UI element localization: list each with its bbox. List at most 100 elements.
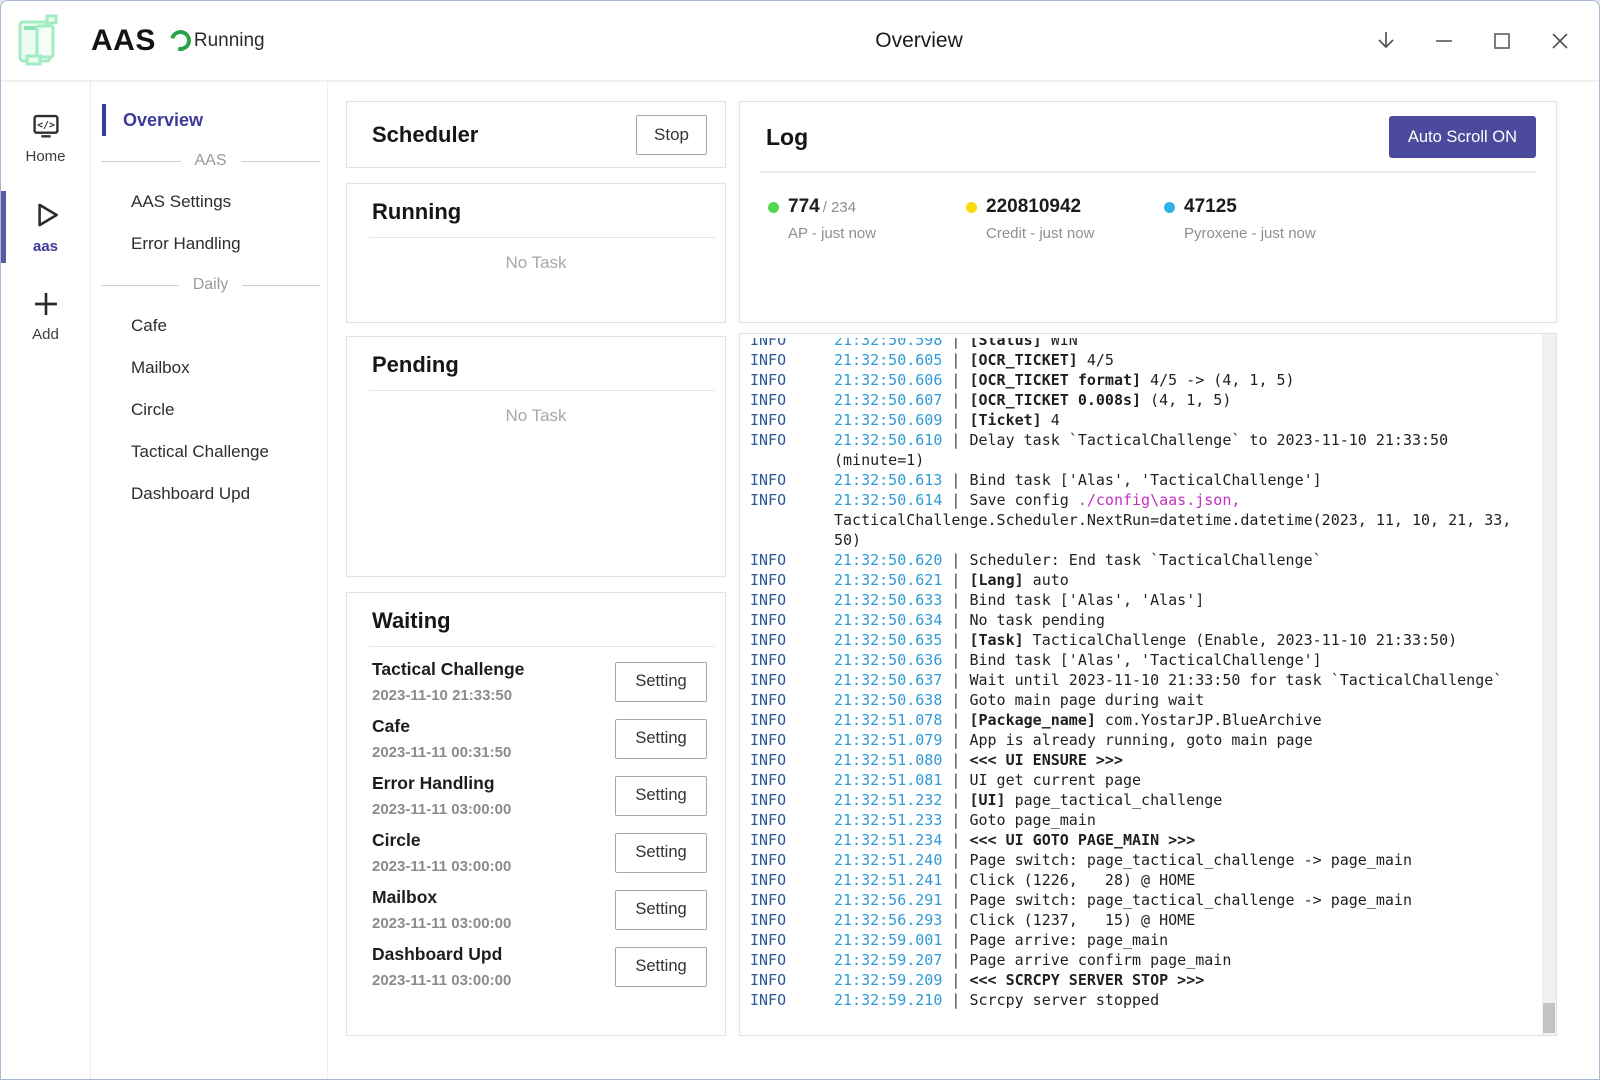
nav-section-divider: Daily — [91, 265, 327, 305]
log-timestamp: 21:32:51.232 — [834, 791, 942, 809]
log-timestamp: 21:32:50.636 — [834, 651, 942, 669]
log-separator: | — [942, 751, 969, 769]
log-level: INFO — [750, 350, 786, 370]
waiting-task-name: Dashboard Upd — [372, 944, 511, 965]
log-separator: | — [942, 338, 969, 349]
nav-item-error-handling[interactable]: Error Handling — [91, 223, 327, 265]
log-level: INFO — [750, 830, 786, 850]
log-line: INFO21:32:51.240 | Page switch: page_tac… — [740, 850, 1530, 870]
stat-value-row: 47125 — [1164, 196, 1362, 218]
log-timestamp: 21:32:51.081 — [834, 771, 942, 789]
waiting-task-info: Tactical Challenge 2023-11-10 21:33:50 — [372, 659, 524, 704]
log-timestamp: 21:32:51.240 — [834, 851, 942, 869]
task-setting-button[interactable]: Setting — [615, 833, 707, 873]
log-line: INFO21:32:50.606 | [OCR_TICKET format] 4… — [740, 370, 1530, 390]
auto-scroll-button[interactable]: Auto Scroll ON — [1389, 116, 1536, 158]
nav-item-dashboard-upd[interactable]: Dashboard Upd — [91, 473, 327, 515]
task-setting-button[interactable]: Setting — [615, 890, 707, 930]
log-timestamp: 21:32:50.598 — [834, 338, 942, 349]
log-separator: | — [942, 471, 969, 489]
minimize-icon[interactable] — [1431, 28, 1457, 54]
log-scrollbar-thumb[interactable] — [1543, 1003, 1555, 1033]
task-setting-button[interactable]: Setting — [615, 662, 707, 702]
log-level: INFO — [750, 550, 786, 570]
log-level: INFO — [750, 690, 786, 710]
log-separator: | — [942, 631, 969, 649]
stat-color-dot-icon — [768, 202, 779, 213]
rail-item-add[interactable]: Add — [1, 281, 90, 351]
nav-item-mailbox[interactable]: Mailbox — [91, 347, 327, 389]
log-separator: | — [942, 851, 969, 869]
log-message-segment: Page arrive confirm page_main — [969, 951, 1231, 969]
stop-button[interactable]: Stop — [636, 115, 707, 155]
maximize-icon[interactable] — [1489, 28, 1515, 54]
task-setting-button[interactable]: Setting — [615, 947, 707, 987]
rail-item-aas[interactable]: aas — [1, 191, 90, 263]
log-separator: | — [942, 691, 969, 709]
waiting-task-next-run: 2023-11-10 21:33:50 — [372, 687, 524, 704]
log-message-segment: Page switch: page_tactical_challenge -> … — [969, 891, 1412, 909]
log-separator: | — [942, 411, 969, 429]
rail-label: aas — [33, 238, 58, 255]
log-message-segment: [Ticket] — [969, 411, 1041, 429]
log-column: Log Auto Scroll ON 774 / 234AP - just no… — [739, 101, 1557, 1036]
log-message-segment: <<< UI GOTO PAGE_MAIN >>> — [969, 831, 1195, 849]
log-message-segment: auto — [1024, 571, 1069, 589]
log-scrollbar[interactable] — [1542, 334, 1556, 1035]
close-icon[interactable] — [1547, 28, 1573, 54]
log-line: INFO21:32:50.620 | Scheduler: End task `… — [740, 550, 1530, 570]
app-logo-devices-icon — [11, 11, 71, 71]
log-level: INFO — [750, 338, 786, 350]
log-level: INFO — [750, 410, 786, 430]
log-level: INFO — [750, 470, 786, 490]
log-message-segment: 4/5 — [1078, 351, 1114, 369]
log-line: INFO21:32:51.234 | <<< UI GOTO PAGE_MAIN… — [740, 830, 1530, 850]
log-line: INFO21:32:50.636 | Bind task ['Alas', 'T… — [740, 650, 1530, 670]
log-title: Log — [760, 124, 808, 151]
log-timestamp: 21:32:50.620 — [834, 551, 942, 569]
waiting-list: Tactical Challenge 2023-11-10 21:33:50 Set… — [347, 647, 725, 1001]
log-separator: | — [942, 431, 969, 449]
download-icon[interactable] — [1373, 28, 1399, 54]
log-line: INFO21:32:56.291 | Page switch: page_tac… — [740, 890, 1530, 910]
log-message-segment: TacticalChallenge (Enable, 2023-11-10 21… — [1024, 631, 1457, 649]
log-line: INFO21:32:50.605 | [OCR_TICKET] 4/5 — [740, 350, 1530, 370]
log-message-segment: com.YostarJP.BlueArchive — [1096, 711, 1322, 729]
nav-item-aas-settings[interactable]: AAS Settings — [91, 181, 327, 223]
svg-text:</>: </> — [37, 120, 55, 131]
task-setting-button[interactable]: Setting — [615, 719, 707, 759]
log-timestamp: 21:32:50.638 — [834, 691, 942, 709]
waiting-card: Waiting Tactical Challenge2023-11-10 21:… — [346, 592, 726, 1036]
divider-line — [242, 285, 320, 286]
nav-item-cafe[interactable]: Cafe — [91, 305, 327, 347]
nav-item-overview[interactable]: Overview — [91, 99, 327, 141]
running-status-label: Running — [194, 30, 265, 52]
waiting-task-name: Tactical Challenge — [372, 659, 524, 680]
log-level: INFO — [750, 890, 786, 910]
log-separator: | — [942, 551, 969, 569]
log-timestamp: 21:32:50.637 — [834, 671, 942, 689]
titlebar: AAS Running Overview — [1, 1, 1599, 81]
log-separator: | — [942, 951, 969, 969]
log-message-segment: [OCR_TICKET 0.008s] — [969, 391, 1141, 409]
log-message-segment: Wait until 2023-11-10 21:33:50 for task … — [969, 671, 1502, 689]
rail-item-home[interactable]: </> Home — [1, 105, 90, 173]
log-level: INFO — [750, 950, 786, 970]
log-separator: | — [942, 571, 969, 589]
log-level: INFO — [750, 630, 786, 650]
log-line: INFO21:32:51.233 | Goto page_main — [740, 810, 1530, 830]
log-separator: | — [942, 831, 969, 849]
nav-item-circle[interactable]: Circle — [91, 389, 327, 431]
log-header-top: Log Auto Scroll ON — [760, 116, 1536, 158]
log-timestamp: 21:32:50.614 — [834, 491, 942, 509]
log-output-card[interactable]: INFO21:32:50.598 | [Status] WININFO21:32… — [739, 333, 1557, 1036]
log-line: INFO21:32:50.609 | [Ticket] 4 — [740, 410, 1530, 430]
log-timestamp: 21:32:50.605 — [834, 351, 942, 369]
task-setting-button[interactable]: Setting — [615, 776, 707, 816]
dashboard-stat: 220810942Credit - just now — [966, 196, 1164, 242]
stat-color-dot-icon — [966, 202, 977, 213]
nav-item-tactical-challenge[interactable]: Tactical Challenge — [91, 431, 327, 473]
log-separator: | — [942, 971, 969, 989]
log-timestamp: 21:32:50.634 — [834, 611, 942, 629]
log-level: INFO — [750, 730, 786, 750]
